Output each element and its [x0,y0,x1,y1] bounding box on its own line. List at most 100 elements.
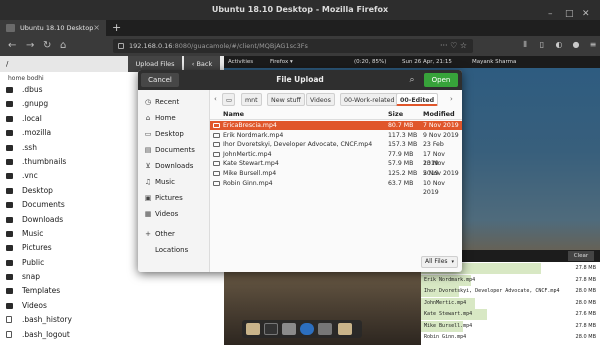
file-modified: 23 Feb [423,141,444,149]
drive-icon[interactable]: ▭ [222,93,235,106]
place-home[interactable]: ⌂ Home [138,110,210,126]
file-row[interactable]: Erik Nordmark.mp4 117.3 MB 9 Nov 2019 [210,131,462,140]
folder-icon [6,288,13,295]
place-label: Videos [155,210,179,218]
page-actions-icon[interactable]: ··· ♡ ☆ [440,39,467,53]
file-list-item[interactable]: snap [0,270,224,284]
music-icon: ♫ [144,178,152,186]
column-name[interactable]: Name [223,109,244,120]
desktop-icon: ▭ [144,130,152,138]
folder-icon [6,245,13,252]
menu-icon[interactable]: ≡ [588,40,598,50]
folder2-app-icon[interactable] [338,323,352,335]
path-segment[interactable]: Videos [306,93,335,106]
place-label: Pictures [155,194,183,202]
remote-activities[interactable]: Activities [228,56,253,68]
back-arrow-icon[interactable]: ← [8,39,16,53]
forward-arrow-icon[interactable]: → [26,39,34,53]
transfer-name: Ihor Dvoretskyi, Developer Advocate, CNC… [424,288,560,294]
search-icon[interactable]: ⌕ [406,74,418,86]
file-name: Robin Ginn.mp4 [223,179,273,187]
file-row[interactable]: Kate Stewart.mp4 57.9 MB 13 Nov 2019 [210,159,462,177]
url-path: :8080/guacamole/#/client/MQBjAG1sc3Fs [172,42,308,50]
place-music[interactable]: ♫ Music [138,174,210,190]
file-list-item[interactable]: .bash_history [0,313,224,327]
remote-app-menu[interactable]: Firefox ▾ [270,56,293,68]
file-row[interactable]: EricaBrescia.mp4 80.7 MB 7 Nov 2019 [210,121,462,131]
file-row[interactable]: Ihor Dvoretskyi, Developer Advocate, CNC… [210,140,462,149]
file-size: 57.9 MB [388,160,414,168]
place-videos[interactable]: ▦ Videos [138,206,210,222]
cancel-button[interactable]: Cancel [141,73,179,87]
column-modified[interactable]: Modified [423,109,455,120]
library-icon[interactable]: ⫴ [520,40,530,50]
transfer-name: Robin Ginn.mp4 [424,334,467,340]
column-size[interactable]: Size [388,109,403,120]
home-icon[interactable]: ⌂ [60,39,66,53]
downloads-icon: ⊻ [145,162,151,170]
file-list-item[interactable]: .bash_logout [0,328,224,342]
folder-icon [6,130,13,137]
folder-icon [6,302,13,309]
place-label: Music [155,178,175,186]
transfer-size: 27.8 MB [575,322,596,329]
transfer-size: 27.8 MB [575,265,596,271]
remote-clock[interactable]: Sun 26 Apr, 21:15 [402,56,452,68]
clear-transfers-button[interactable]: Clear [568,251,594,261]
transfer-size: 28.0 MB [575,288,596,294]
file-row[interactable]: Mike Bursell.mp4 125.2 MB 5 Nov 2019 [210,169,462,178]
file-row[interactable]: Robin Ginn.mp4 63.7 MB 10 Nov 2019 [210,179,462,196]
file-type-filter[interactable]: All Files ▾ [421,256,458,268]
folder-icon [6,115,13,122]
close-tab-icon[interactable]: × [93,20,100,36]
reload-icon[interactable]: ↻ [43,39,51,53]
path-left-arrow-icon[interactable]: ‹ [214,93,217,106]
path-segment[interactable]: mnt [241,93,262,106]
new-tab-icon[interactable]: + [112,20,121,36]
transfer-name: Erik Nordmark.mp4 [424,276,476,283]
place-pictures[interactable]: ▣ Pictures [138,190,210,206]
url-bar[interactable]: 192.168.0.16:8080/guacamole/#/client/MQB… [113,39,473,53]
browser-app-icon[interactable] [300,323,314,335]
file-list-item-label: Pictures [22,243,52,253]
file-name: EricaBrescia.mp4 [223,122,277,129]
settings-app-icon[interactable] [318,323,332,335]
place-other-locations[interactable]: + Other Locations [138,226,210,254]
open-button[interactable]: Open [424,73,458,87]
folder-icon [6,274,13,281]
terminal-app-icon[interactable] [264,323,278,335]
file-list-item-label: Documents [22,200,65,210]
place-desktop[interactable]: ▭ Desktop [138,126,210,142]
file-name: Erik Nordmark.mp4 [223,131,284,139]
account-icon[interactable]: ● [571,40,581,50]
transfer-size: 27.8 MB [575,276,596,283]
files-app-icon[interactable] [246,323,260,335]
place-documents[interactable]: ▤ Documents [138,142,210,158]
path-segment[interactable]: 00-Edited [396,93,439,106]
file-list-item[interactable]: Templates [0,284,224,298]
browser-tab[interactable]: Ubuntu 18.10 Desktop × [0,20,106,36]
remote-user[interactable]: Mayank Sharma [472,56,516,68]
sidebar-icon[interactable]: ▯ [537,40,547,50]
path-segment[interactable]: 00-Work-related [340,93,399,106]
extension-icon[interactable]: ◐ [554,40,564,50]
video-file-icon [213,180,220,186]
place-recent[interactable]: ◷ Recent [138,94,210,110]
video-file-icon [213,132,220,138]
file-list-item[interactable]: Videos [0,299,224,313]
video-file-icon [213,161,220,167]
transfer-size: 27.6 MB [575,311,596,317]
file-size: 77.9 MB [388,150,414,158]
folder-app-icon[interactable] [282,323,296,335]
place-downloads[interactable]: ⊻ Downloads [138,158,210,174]
file-list-item-label: .thumbnails [22,156,67,166]
site-info-icon[interactable] [118,43,124,49]
transfer-name: Mike Bursell.mp4 [424,322,473,329]
path-right-arrow-icon[interactable]: › [450,93,453,106]
transfer-row: Mike Bursell.mp4 27.8 MB [421,320,600,332]
path-segment[interactable]: New stuff [267,93,305,106]
remote-top-bar: Activities Firefox ▾ (0:20, 85%) Sun 26 … [224,56,600,68]
file-row[interactable]: JohnMertic.mp4 77.9 MB 17 Nov 2019 [210,150,462,167]
folder-icon [6,144,13,151]
document-icon [6,330,12,338]
